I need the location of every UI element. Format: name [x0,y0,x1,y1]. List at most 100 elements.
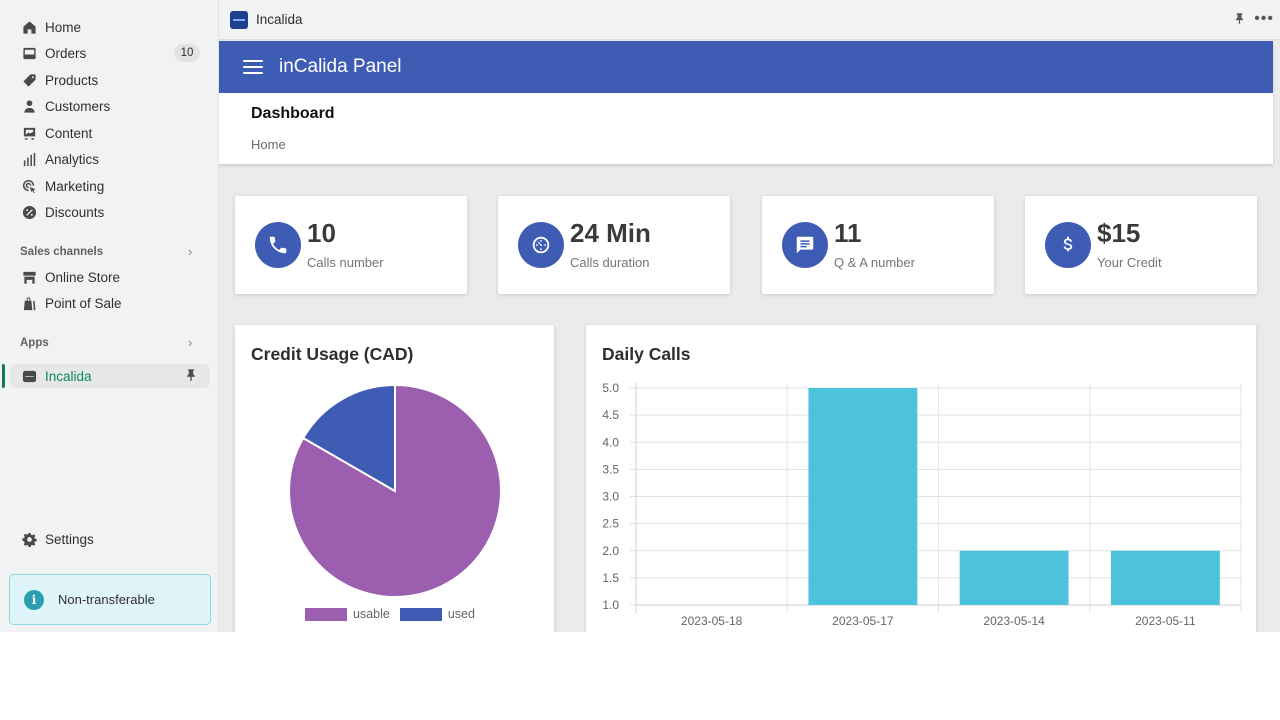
bar-2023-05-14[interactable] [959,550,1069,605]
pin-icon[interactable] [1233,12,1246,30]
breadcrumb-home[interactable]: Home [251,137,286,152]
non-transferable-notice: i Non-transferable [9,574,211,625]
sidebar-item-label: Online Store [45,269,121,285]
sidebar-item-content[interactable]: Content [10,121,210,145]
y-tick-label: 1.0 [602,598,619,612]
pos-bag-icon [21,295,37,311]
sidebar-item-label: Home [45,19,82,35]
panel-title: inCalida Panel [279,56,402,77]
credit-usage-pie-chart [288,383,502,598]
chevron-right-icon[interactable]: › [188,335,192,350]
legend-item-used[interactable]: used [399,607,475,621]
sidebar-item-label: Orders [45,45,87,61]
stat-value: 11 [834,218,862,248]
info-icon: i [24,589,44,610]
more-options-icon[interactable]: ••• [1254,10,1274,28]
sales-channels-heading[interactable]: Sales channels [20,246,103,258]
pin-icon[interactable] [184,368,198,385]
x-tick-label: 2023-05-14 [983,614,1045,628]
notice-text: Non-transferable [58,592,155,607]
x-tick-label: 2023-05-18 [681,614,743,628]
app-title-bar: Incalida ••• [219,0,1280,40]
page-title: Dashboard [251,105,335,122]
sidebar-item-label: Analytics [45,151,100,167]
sidebar-item-home[interactable]: Home [10,15,210,39]
daily-calls-bar-chart: 5.0 4.5 4.0 3.5 3.0 2.5 2.0 1.5 1.0 2023-05-18 202… [602,381,1242,628]
stat-card-qa-number: 11 Q & A number [762,196,994,294]
y-tick-label: 5.0 [602,381,619,395]
sidebar-item-label: Discounts [45,204,105,220]
pie-legend: usable used [305,607,485,621]
y-tick-label: 2.5 [602,517,619,531]
y-tick-label: 3.5 [602,462,619,476]
gear-icon [21,531,37,547]
stat-value: 24 Min [570,218,651,248]
stat-card-calls-duration: 24 Min Calls duration [498,196,730,294]
app-frame: Home Orders 10 Products Customers Conten… [0,0,1280,632]
app-name: Incalida [256,12,303,27]
app-icon [21,368,37,384]
sidebar-item-label: Point of Sale [45,295,122,311]
sidebar-item-online-store[interactable]: Online Store [10,265,210,289]
daily-calls-card: Daily Calls 5.0 4.5 4.0 3.5 3.0 2.5 2.0 1.5 1.0 2… [586,325,1256,632]
discount-icon [21,204,37,220]
sidebar-item-label: Content [45,125,93,141]
bar-2023-05-17[interactable] [808,388,918,605]
person-icon [21,98,37,114]
sidebar-item-label: Products [45,72,99,88]
stat-value: 10 [307,218,336,248]
incalida-logo [230,10,248,29]
orders-count-badge: 10 [174,44,200,62]
sidebar-item-products[interactable]: Products [10,68,210,92]
store-icon [21,269,37,285]
home-icon [21,19,37,35]
tag-icon [21,72,37,88]
sidebar-item-orders[interactable]: Orders 10 [10,41,210,65]
target-icon [21,178,37,194]
sidebar-item-analytics[interactable]: Analytics [10,147,210,171]
y-tick-label: 3.0 [602,490,619,504]
y-tick-label: 2.0 [602,544,619,558]
active-indicator [2,364,5,388]
legend-label: usable [353,607,390,621]
timer-icon [518,222,564,268]
sidebar-item-point-of-sale[interactable]: Point of Sale [10,291,210,315]
y-tick-label: 4.0 [602,435,619,449]
main-content: Incalida ••• inCalida Panel Dashboard Ho… [219,0,1280,632]
inbox-icon [21,45,37,61]
stat-card-credit: $15 Your Credit [1025,196,1257,294]
y-tick-label: 4.5 [602,408,619,422]
x-tick-label: 2023-05-11 [1135,614,1196,628]
legend-item-usable[interactable]: usable [305,607,390,621]
chevron-right-icon[interactable]: › [188,244,192,259]
x-tick-label: 2023-05-17 [832,614,894,628]
stat-label: Q & A number [834,255,915,270]
stat-value: $15 [1097,218,1141,248]
bar-2023-05-11[interactable] [1110,550,1220,605]
panel-header: inCalida Panel [219,41,1273,93]
sidebar-item-settings[interactable]: Settings [10,527,210,551]
stat-label: Calls number [307,255,384,270]
credit-usage-card: Credit Usage (CAD) usable used [235,325,554,632]
legend-label: used [447,607,475,621]
sidebar-item-incalida[interactable]: Incalida [10,364,210,388]
page-header: Dashboard Home [219,93,1273,164]
sidebar-item-discounts[interactable]: Discounts [10,200,210,224]
stat-label: Your Credit [1097,255,1162,270]
apps-heading[interactable]: Apps [20,337,49,349]
sidebar-item-marketing[interactable]: Marketing [10,174,210,198]
phone-icon [255,222,301,268]
sidebar-item-label: Marketing [45,178,105,194]
sidebar-item-customers[interactable]: Customers [10,94,210,118]
y-tick-label: 1.5 [602,571,619,585]
sidebar-item-label: Settings [45,531,94,547]
content-icon [21,125,37,141]
sidebar-item-label: Customers [45,98,111,114]
menu-icon[interactable] [243,60,263,74]
legend-swatch [399,607,442,621]
legend-swatch [305,607,347,621]
dollar-icon [1045,222,1091,268]
bar-chart-icon [21,151,37,167]
sidebar-item-label: Incalida [45,368,92,384]
sidebar: Home Orders 10 Products Customers Conten… [0,0,219,632]
